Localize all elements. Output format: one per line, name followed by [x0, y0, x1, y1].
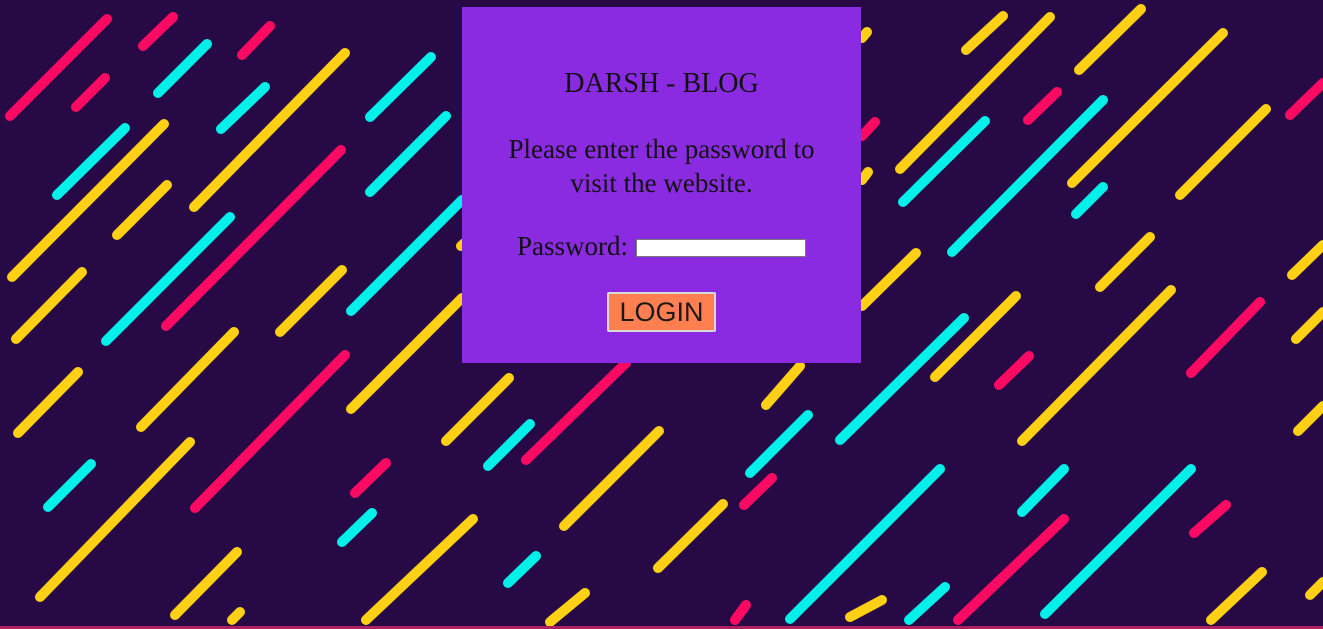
- decorative-stripe: [857, 117, 880, 141]
- password-row: Password:: [462, 229, 861, 263]
- decorative-stripe: [1017, 464, 1069, 517]
- decorative-stripe: [216, 82, 270, 134]
- decorative-stripe: [503, 551, 541, 588]
- site-title: DARSH - BLOG: [564, 68, 759, 99]
- decorative-stripe: [961, 11, 1008, 55]
- decorative-stripe: [43, 459, 96, 512]
- decorative-stripe: [857, 248, 921, 311]
- decorative-stripe: [35, 437, 195, 602]
- decorative-stripe: [1175, 104, 1271, 200]
- decorative-stripe: [1189, 500, 1231, 538]
- decorative-stripe: [745, 410, 813, 478]
- decorative-stripe: [994, 351, 1034, 390]
- decorative-stripe: [365, 52, 436, 122]
- decorative-stripe: [545, 588, 590, 627]
- decorative-stripe: [275, 265, 347, 337]
- decorative-stripe: [1287, 240, 1323, 280]
- decorative-stripe: [11, 267, 87, 344]
- decorative-stripe: [5, 14, 112, 121]
- decorative-stripe: [1291, 307, 1323, 344]
- decorative-stripe: [1186, 297, 1265, 378]
- decorative-stripe: [112, 180, 172, 240]
- decorative-stripe: [857, 167, 873, 185]
- login-button[interactable]: LOGIN: [607, 292, 716, 332]
- decorative-stripe: [785, 464, 945, 624]
- decorative-stripe: [13, 367, 83, 438]
- decorative-stripe: [337, 508, 377, 547]
- decorative-stripe: [1293, 401, 1323, 436]
- decorative-stripe: [346, 195, 467, 316]
- decorative-stripe: [1095, 232, 1155, 292]
- decorative-stripe: [1071, 182, 1108, 219]
- decorative-stripe: [1206, 567, 1267, 625]
- password-prompt: Please enter the password to visit the w…: [508, 134, 815, 198]
- decorative-stripe: [1017, 285, 1176, 446]
- decorative-stripe: [153, 39, 212, 98]
- decorative-stripe: [1023, 87, 1062, 125]
- decorative-stripe: [227, 607, 245, 625]
- decorative-stripe: [138, 12, 178, 51]
- decorative-stripe: [346, 293, 467, 414]
- decorative-stripe: [237, 21, 275, 60]
- decorative-stripe: [1040, 464, 1196, 619]
- decorative-stripe: [441, 373, 514, 446]
- login-panel: DARSH - BLOG Please enter the password t…: [462, 7, 861, 363]
- decorative-stripe: [71, 73, 110, 112]
- decorative-stripe: [365, 111, 451, 197]
- decorative-stripe: [350, 458, 391, 498]
- decorative-stripe: [739, 473, 777, 510]
- decorative-stripe: [1285, 78, 1323, 120]
- decorative-stripe: [361, 514, 478, 625]
- decorative-stripe: [730, 600, 751, 625]
- decorative-stripe: [170, 547, 242, 620]
- decorative-stripe: [52, 123, 130, 200]
- password-label: Password:: [516, 231, 628, 261]
- decorative-stripe: [761, 361, 805, 410]
- decorative-stripe: [7, 119, 169, 282]
- decorative-stripe: [521, 358, 631, 465]
- decorative-stripe: [904, 582, 950, 625]
- decorative-stripe: [857, 27, 872, 43]
- decorative-stripe: [136, 327, 239, 432]
- decorative-stripe: [1305, 577, 1323, 600]
- decorative-stripe: [559, 426, 664, 531]
- decorative-stripe: [1074, 4, 1146, 75]
- password-input[interactable]: [636, 239, 806, 257]
- decorative-stripe: [190, 350, 350, 513]
- decorative-stripe: [653, 499, 728, 573]
- decorative-stripe: [898, 116, 990, 207]
- decorative-stripe: [845, 595, 887, 622]
